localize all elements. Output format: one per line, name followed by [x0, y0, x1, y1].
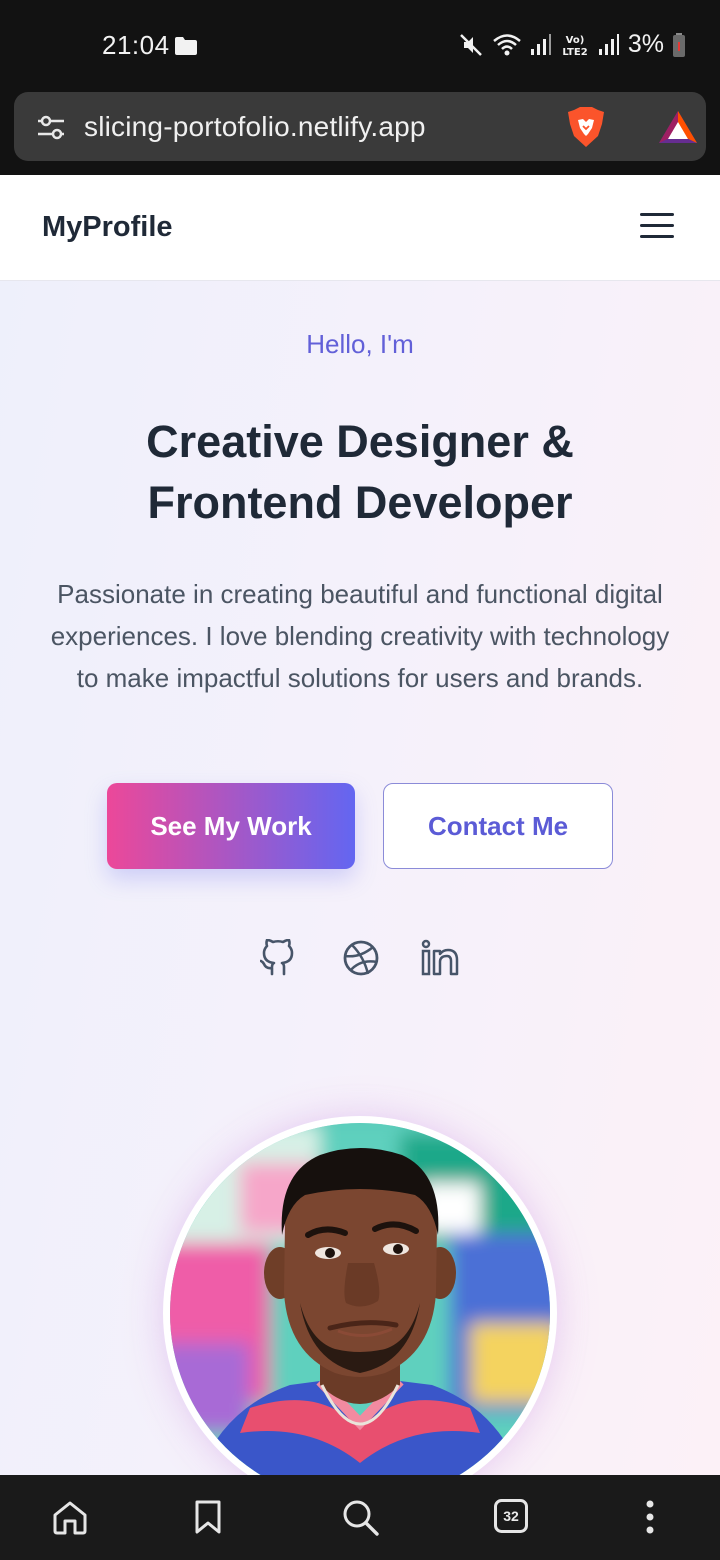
site-brand[interactable]: MyProfile: [42, 211, 173, 244]
tab-count: 32: [503, 1508, 519, 1524]
site-navbar: MyProfile: [0, 175, 720, 281]
tabs-button[interactable]: 32: [494, 1499, 528, 1533]
svg-text:LTE2: LTE2: [562, 47, 587, 58]
mute-icon: [459, 33, 482, 56]
website-viewport: MyProfile Hello, I'm Creative Designer &…: [0, 175, 720, 1475]
volte-icon: Vo) LTE2: [562, 35, 587, 58]
github-icon[interactable]: [260, 939, 296, 977]
social-links: [0, 939, 720, 979]
see-my-work-button[interactable]: See My Work: [107, 783, 355, 869]
hero-description: Passionate in creating beautiful and fun…: [50, 579, 670, 693]
home-icon[interactable]: [52, 1499, 88, 1535]
signal-icon: [598, 33, 619, 55]
hero-title-line2: Frontend Developer: [147, 477, 573, 528]
dribbble-icon[interactable]: [342, 939, 380, 977]
status-bar: 21:04 Vo) LTE2 3%: [0, 0, 720, 88]
battery-icon: [673, 32, 685, 57]
folder-icon: [175, 37, 197, 55]
wifi-icon: [493, 33, 521, 55]
status-icons: Vo) LTE2 3%: [458, 30, 686, 59]
hero-title-line1: Creative Designer &: [146, 416, 574, 467]
address-bar[interactable]: slicing-portofolio.netlify.app: [14, 92, 706, 161]
contact-me-button[interactable]: Contact Me: [383, 783, 613, 869]
bat-rewards-icon[interactable]: [658, 110, 698, 144]
browser-bottom-bar: 32: [0, 1475, 720, 1560]
more-icon[interactable]: [644, 1499, 656, 1535]
signal-icon: [530, 33, 551, 55]
battery-percent: 3%: [627, 30, 664, 58]
linkedin-icon[interactable]: [421, 939, 459, 977]
hero-title: Creative Designer & Frontend Developer: [40, 411, 680, 533]
search-icon[interactable]: [342, 1499, 380, 1537]
hero-greeting: Hello, I'm: [306, 329, 414, 359]
status-time: 21:04: [102, 30, 170, 60]
brave-lion-icon[interactable]: [566, 106, 606, 148]
phone-screen: 21:04 Vo) LTE2 3% slicing-portofolio.net…: [0, 0, 720, 1560]
url-text[interactable]: slicing-portofolio.netlify.app: [84, 111, 426, 143]
bookmark-icon[interactable]: [194, 1499, 222, 1535]
hamburger-menu-icon[interactable]: [640, 211, 674, 241]
tune-icon[interactable]: [36, 114, 66, 142]
svg-text:Vo): Vo): [566, 35, 585, 46]
browser-toolbar: slicing-portofolio.netlify.app: [0, 88, 720, 175]
profile-photo: [170, 1123, 550, 1475]
